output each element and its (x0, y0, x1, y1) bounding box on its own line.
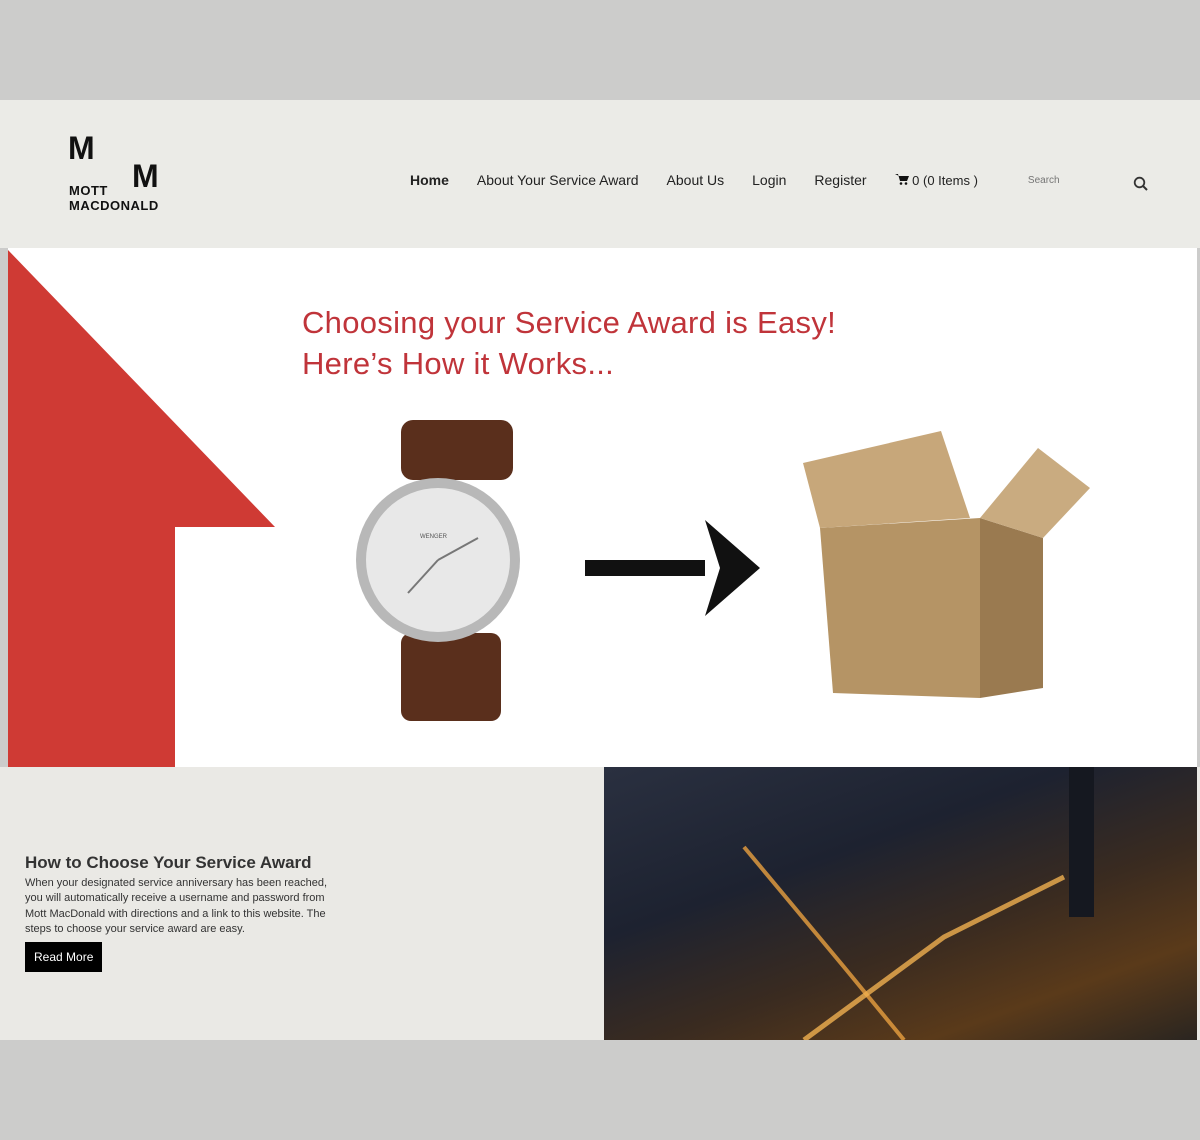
box-image (803, 431, 1090, 698)
nav-about-award[interactable]: About Your Service Award (477, 172, 639, 188)
article-title: How to Choose Your Service Award (25, 853, 312, 872)
watch-image: WENGER (356, 420, 520, 721)
read-more-button[interactable]: Read More (25, 942, 103, 973)
article-card: How to Choose Your Service Award When yo… (25, 853, 335, 973)
hero-banner: WENGER Choosing your Service Award is Ea… (8, 248, 1197, 767)
info-section: How to Choose Your Service Award When yo… (0, 767, 1200, 1040)
svg-text:WENGER: WENGER (420, 534, 448, 540)
arrow-right-icon (585, 520, 760, 616)
nav-login[interactable]: Login (752, 172, 786, 188)
search-icon[interactable] (1133, 176, 1149, 192)
nav-register[interactable]: Register (814, 172, 866, 188)
logo[interactable]: M M MOTT MACDONALD (68, 130, 178, 215)
search-input[interactable] (1027, 174, 1148, 186)
nav-about-us[interactable]: About Us (667, 172, 725, 188)
article-body: When your designated service anniversary… (25, 877, 328, 935)
cart-icon (894, 173, 909, 185)
main-nav: Home About Your Service Award About Us L… (410, 172, 1148, 188)
city-night-image (604, 767, 1197, 1040)
hero-headline: Choosing your Service Award is Easy! Her… (302, 305, 837, 381)
nav-home[interactable]: Home (410, 172, 449, 188)
cart-link[interactable]: 0 (0 Items ) (894, 173, 1006, 188)
site-header: M M MOTT MACDONALD Home About Your Servi… (0, 100, 1200, 248)
red-arrow-shape (8, 250, 275, 767)
